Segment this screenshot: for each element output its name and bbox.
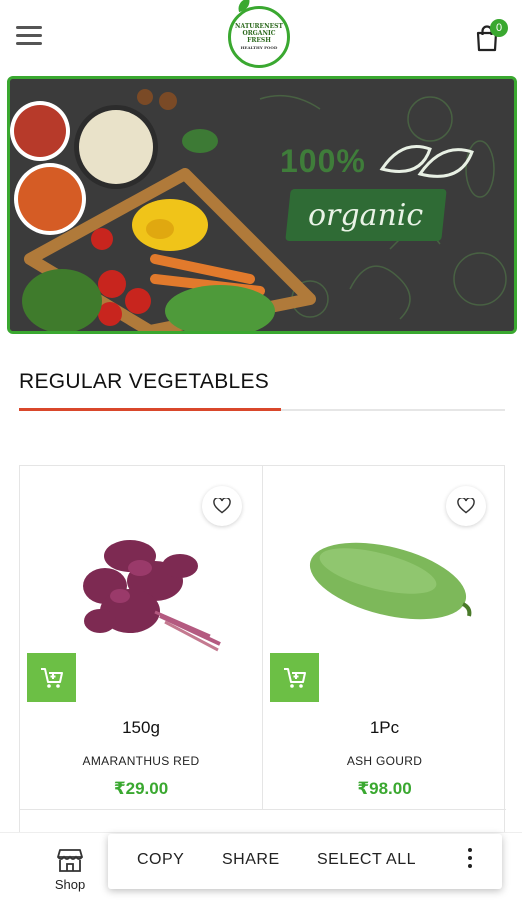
product-weight: 150g bbox=[122, 718, 160, 737]
product-price: ₹29.00 bbox=[113, 779, 169, 798]
product-price: ₹98.00 bbox=[357, 779, 412, 798]
section-title: REGULAR VEGETABLES bbox=[19, 370, 270, 393]
product-weight: 1Pc bbox=[369, 718, 400, 737]
product-image-ash-gourd bbox=[309, 542, 472, 620]
logo-leaf-icon bbox=[235, 0, 253, 13]
share-button[interactable]: SHARE bbox=[222, 851, 280, 869]
shop-icon bbox=[57, 849, 83, 872]
add-to-cart-icon[interactable] bbox=[270, 653, 319, 702]
app-screen: NATURENEST ORGANIC FRESH HEALTHY FOOD 0 bbox=[0, 0, 522, 900]
text-selection-toolbar: COPY SHARE SELECT ALL bbox=[108, 834, 502, 889]
promo-banner[interactable]: 100% organic bbox=[7, 76, 517, 334]
add-to-cart-icon[interactable] bbox=[27, 653, 76, 702]
shop-tab-label: Shop bbox=[54, 877, 86, 892]
select-all-button[interactable]: SELECT ALL bbox=[317, 851, 416, 869]
copy-button[interactable]: COPY bbox=[137, 851, 184, 869]
product-grid: 150g AMARANTHUS RED ₹29.00 1Pc ASH GOURD… bbox=[19, 465, 506, 845]
banner-subheadline: organic bbox=[308, 197, 424, 233]
logo-text-line1: NATURENEST bbox=[235, 23, 283, 30]
product-card[interactable]: 1Pc ASH GOURD ₹98.00 bbox=[263, 466, 506, 809]
product-card[interactable]: 150g AMARANTHUS RED ₹29.00 bbox=[20, 466, 263, 809]
menu-icon[interactable] bbox=[16, 26, 42, 48]
heart-icon[interactable] bbox=[202, 486, 242, 526]
cart-count-badge: 0 bbox=[490, 19, 508, 37]
grid-row-divider bbox=[20, 809, 506, 810]
shop-tab[interactable]: Shop bbox=[45, 845, 95, 895]
logo-text-line2: ORGANIC FRESH bbox=[242, 30, 276, 44]
banner-organic-tag: organic bbox=[285, 189, 447, 241]
product-name: ASH GOURD bbox=[346, 754, 423, 768]
brand-logo[interactable]: NATURENEST ORGANIC FRESH HEALTHY FOOD bbox=[228, 0, 290, 68]
product-name: AMARANTHUS RED bbox=[82, 754, 200, 768]
logo-text-line3: HEALTHY FOOD bbox=[240, 45, 278, 50]
product-image-amaranthus bbox=[83, 540, 221, 652]
top-app-bar: NATURENEST ORGANIC FRESH HEALTHY FOOD 0 bbox=[0, 0, 522, 76]
section-divider-accent bbox=[19, 408, 281, 411]
more-vert-icon[interactable] bbox=[460, 848, 480, 874]
banner-headline: 100% bbox=[280, 143, 366, 179]
heart-icon[interactable] bbox=[446, 486, 486, 526]
